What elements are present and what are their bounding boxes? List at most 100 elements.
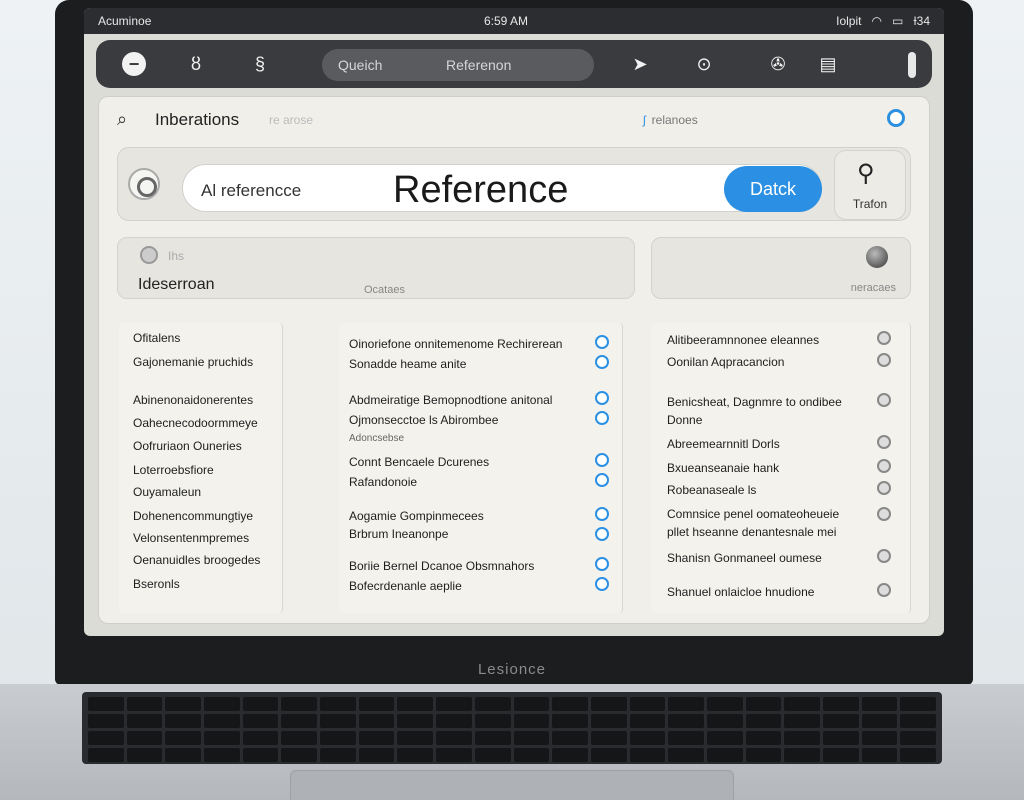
list-item[interactable]: Ouyamaleun xyxy=(133,485,201,499)
chart-icon[interactable] xyxy=(877,583,891,597)
list-item[interactable]: Ofitalens xyxy=(133,331,180,345)
filter-mid: Ocataes xyxy=(364,284,405,296)
list-item[interactable]: Abdmeiratige Bemopnodtione anitonal xyxy=(349,393,552,407)
search-icon[interactable]: ⌕ xyxy=(117,109,127,130)
list-item[interactable]: Boriie Bernel Dcanoe Obsmnahors xyxy=(349,559,534,573)
keyboard-key xyxy=(822,731,859,745)
search-side-button[interactable]: ⚲ Trafon xyxy=(834,150,906,220)
list-item[interactable]: Bseronls xyxy=(133,577,180,591)
info-icon[interactable] xyxy=(595,507,609,521)
keyboard-key xyxy=(668,731,704,745)
list-item[interactable]: Oenanuidles broogedes xyxy=(133,553,260,567)
keyboard-key xyxy=(822,714,859,728)
keyboard-key xyxy=(358,697,395,711)
list-item[interactable]: Oahecnecodoormmeye xyxy=(133,416,258,430)
toggle-knob-icon[interactable] xyxy=(866,246,888,268)
battery-icon: ▭ xyxy=(891,14,904,28)
list-item[interactable]: Velonsentenmpremes xyxy=(133,531,249,545)
list-item[interactable]: Comnsice penel oomateoheueie xyxy=(667,507,839,521)
shuffle-icon[interactable]: § xyxy=(248,52,272,76)
magnifier-icon: ⚲ xyxy=(857,160,875,187)
link-icon: ʃ xyxy=(643,113,646,127)
list-item[interactable]: Oinoriefone onnitemenome Rechirerean xyxy=(349,337,562,351)
edit-icon[interactable] xyxy=(595,473,609,487)
list-item[interactable]: Aogamie Gompinmecees xyxy=(349,509,484,523)
radio-button[interactable] xyxy=(128,168,160,200)
keyboard-key xyxy=(861,714,898,728)
document-icon[interactable]: ▤ xyxy=(816,52,840,76)
column-right: Alitibeeramnnonee eleannes Oonilan Aqpra… xyxy=(651,323,911,613)
keyboard-key xyxy=(745,748,782,762)
image-icon[interactable] xyxy=(877,481,891,495)
block-icon[interactable] xyxy=(595,527,609,541)
keyboard-key xyxy=(88,731,124,745)
list-item[interactable]: Benicsheat, Dagnmre to ondibee xyxy=(667,395,842,409)
toolbar: − ȣ § Queich Referenon ➤ ⊙ ✇ ▤ xyxy=(96,40,932,88)
list-item[interactable]: Shanuel onlaicloe hnudione xyxy=(667,585,814,599)
status-right: Iolpit ◠ ▭ Ɨ34 xyxy=(836,14,930,28)
info-icon[interactable] xyxy=(595,557,609,571)
list-item[interactable]: Alitibeeramnnonee eleannes xyxy=(667,333,819,347)
header-link[interactable]: ʃ relanoes xyxy=(643,113,698,127)
keyboard-key xyxy=(745,697,782,711)
keyboard-key xyxy=(165,731,202,745)
list-item[interactable]: Robeanaseale ls xyxy=(667,483,756,497)
page-title: Inberations xyxy=(155,110,240,129)
edit-icon[interactable] xyxy=(595,577,609,591)
toolbar-search-left: Queich xyxy=(338,57,383,73)
info-icon[interactable] xyxy=(595,453,609,467)
keyboard-key xyxy=(242,714,279,728)
edit-icon[interactable] xyxy=(595,355,609,369)
keyboard-key xyxy=(397,714,434,728)
list-item[interactable]: Gajonemanie pruchids xyxy=(133,355,253,369)
keyboard-key xyxy=(900,748,936,762)
search-icon[interactable] xyxy=(877,507,891,521)
settings-icon[interactable] xyxy=(877,353,891,367)
tools-icon[interactable] xyxy=(877,459,891,473)
search-heading: Reference xyxy=(393,169,569,211)
keyboard-key xyxy=(358,714,395,728)
list-item[interactable]: Abinenonaidonerentes xyxy=(133,393,253,407)
keyboard-key xyxy=(397,697,434,711)
minus-icon[interactable]: − xyxy=(122,52,146,76)
help-icon[interactable] xyxy=(877,393,891,407)
play-icon[interactable] xyxy=(595,391,609,405)
toolbar-handle[interactable] xyxy=(908,52,916,78)
radio-icon[interactable] xyxy=(887,109,905,127)
list-item[interactable]: Bxueanseanaie hank xyxy=(667,461,779,475)
status-bar: Acuminoe 6:59 AM Iolpit ◠ ▭ Ɨ34 xyxy=(84,8,944,34)
info-icon[interactable] xyxy=(877,549,891,563)
keyboard-key xyxy=(513,748,550,762)
list-item[interactable]: Abreemearnnitl Dorls xyxy=(667,437,780,451)
filter-card[interactable]: Ihs Ideserroan Ocataes xyxy=(117,237,635,299)
filter-card-secondary[interactable]: neracaes xyxy=(651,237,911,299)
header-link-label: relanoes xyxy=(651,113,698,127)
toolbar-search[interactable]: Queich Referenon xyxy=(322,49,594,81)
keyboard-key xyxy=(861,731,898,745)
search-button[interactable]: Datck xyxy=(724,166,822,212)
keyboard-key xyxy=(513,714,550,728)
keyboard-key xyxy=(281,748,318,762)
keyboard-key xyxy=(88,748,124,762)
link-icon[interactable]: ȣ xyxy=(184,52,208,76)
list-item[interactable]: Dohenencommungtiye xyxy=(133,509,253,523)
list-item[interactable]: Loterroebsfiore xyxy=(133,463,214,477)
keyboard-key xyxy=(745,714,782,728)
warning-icon[interactable] xyxy=(595,411,609,425)
location-icon[interactable]: ⊙ xyxy=(692,52,716,76)
wifi-icon: ◠ xyxy=(871,14,882,28)
radio-icon[interactable] xyxy=(140,246,158,264)
list-item[interactable]: Shanisn Gonmaneel oumese xyxy=(667,551,822,565)
info-icon[interactable] xyxy=(877,435,891,449)
keyboard-key xyxy=(88,714,124,728)
info-icon[interactable] xyxy=(877,331,891,345)
cursor-icon[interactable]: ➤ xyxy=(628,52,652,76)
list-item-note: Adoncsebse xyxy=(349,433,405,444)
list-item[interactable]: Oofruriaon Ouneries xyxy=(133,439,242,453)
keyboard-key xyxy=(784,697,820,711)
info-icon[interactable] xyxy=(595,335,609,349)
title-ghost: re arose xyxy=(269,113,314,127)
fan-icon[interactable]: ✇ xyxy=(766,52,790,76)
keyboard-key xyxy=(88,697,124,711)
list-item[interactable]: Connt Bencaele Dcurenes xyxy=(349,455,489,469)
